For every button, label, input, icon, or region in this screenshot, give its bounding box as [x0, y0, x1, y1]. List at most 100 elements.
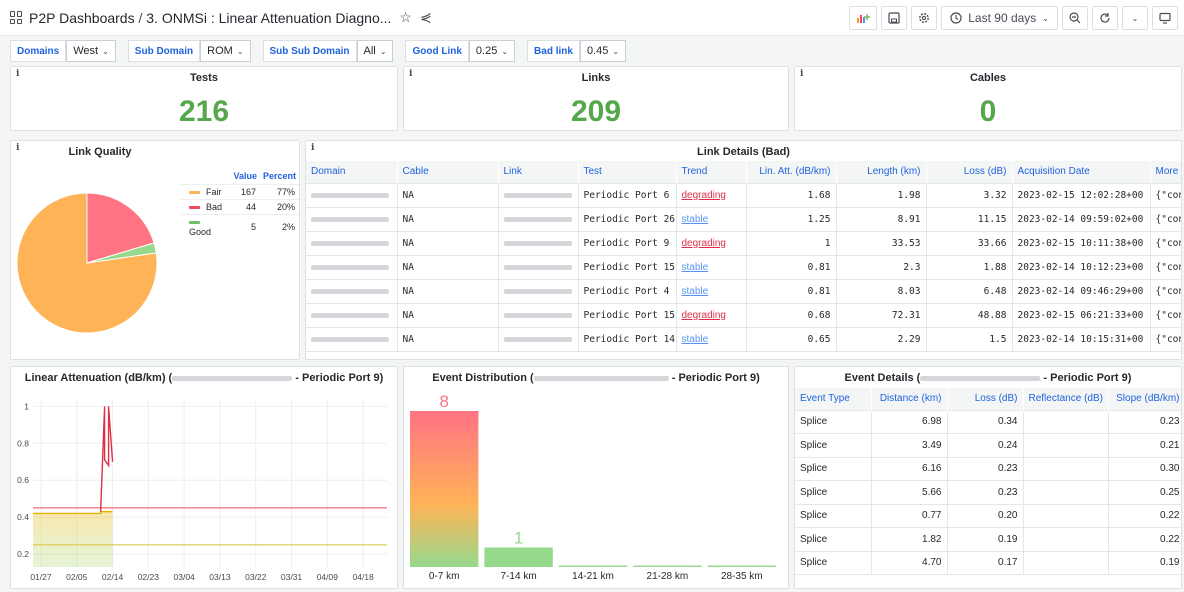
link-details-panel[interactable]: i Link Details (Bad) Domain Cable Link T…	[305, 140, 1182, 360]
legend-swatch	[189, 206, 200, 210]
redacted-domain	[311, 216, 389, 222]
linear-attenuation-line-chart: 0.2 0.4 0.6 0.8 1 01/27 02/05 02/14 02/23 03/04 03…	[17, 399, 387, 582]
column-header-slope[interactable]: Slope (dB/km)	[1108, 388, 1181, 410]
save-dashboard-button[interactable]	[881, 6, 908, 30]
links-stat-panel[interactable]: i Links 209	[403, 66, 789, 131]
dashboards-grid-icon[interactable]	[10, 11, 23, 24]
domain-cell	[306, 302, 398, 327]
column-header-loss[interactable]: Loss (dB)	[926, 161, 1013, 183]
trend-link[interactable]: stable	[682, 262, 709, 273]
table-row[interactable]: NA Periodic Port 14 stable 0.65 2.29 1.5 2023-…	[306, 326, 1181, 351]
x-tick-label: 03/22	[245, 572, 267, 582]
bar-0-7-km	[410, 411, 479, 567]
trend-link[interactable]: degrading	[682, 238, 726, 249]
table-row[interactable]: NA Periodic Port 15 stable 0.81 2.3 1.88 2023-…	[306, 254, 1181, 279]
column-header-lin-att[interactable]: Lin. Att. (dB/km)	[746, 161, 837, 183]
trend-link[interactable]: stable	[682, 286, 709, 297]
cable-cell: NA	[397, 326, 499, 351]
dashboard-title[interactable]: 3. ONMSi : Linear Attenuation Diagno...	[146, 10, 391, 26]
table-row-partial	[795, 574, 1181, 585]
loss-cell: 6.48	[926, 278, 1013, 303]
column-header-test[interactable]: Test	[578, 161, 677, 183]
panel-title: Event Distribution ( - Periodic Port 9)	[404, 372, 788, 384]
table-row[interactable]: NA Periodic Port 15 degrading 0.68 72.31 48.8…	[306, 302, 1181, 327]
table-row[interactable]: NA Periodic Port 6 degrading 1.68 1.98 3.32 20…	[306, 182, 1181, 207]
loss-cell: 0.34	[947, 409, 1024, 434]
length-cell: 8.03	[836, 278, 927, 303]
column-header-link[interactable]: Link	[498, 161, 579, 183]
variable-select-sub-domain[interactable]: ROM ⌄	[200, 40, 251, 62]
variable-select-domains[interactable]: West ⌄	[66, 40, 116, 62]
column-header-distance[interactable]: Distance (km)	[871, 388, 948, 410]
time-range-picker[interactable]: Last 90 days ⌄	[941, 6, 1058, 30]
dashboard-header: P2P Dashboards / 3. ONMSi : Linear Atten…	[0, 0, 1184, 36]
table-row[interactable]: Splice 3.49 0.24 0.21	[795, 433, 1181, 457]
table-row[interactable]: NA Periodic Port 26 stable 1.25 8.91 11.15 202…	[306, 206, 1181, 231]
column-header-acquisition-date[interactable]: Acquisition Date	[1012, 161, 1151, 183]
column-header-cable[interactable]: Cable	[397, 161, 499, 183]
column-header-event-type[interactable]: Event Type	[795, 388, 872, 410]
share-icon[interactable]: ⋞	[420, 9, 432, 26]
cable-cell: NA	[397, 182, 499, 207]
table-row[interactable]: NA Periodic Port 4 stable 0.81 8.03 6.48 2023-…	[306, 278, 1181, 303]
lin-att-cell: 0.65	[746, 326, 837, 351]
trend-link[interactable]: stable	[682, 334, 709, 345]
column-header-trend[interactable]: Trend	[676, 161, 747, 183]
legend-row-bad[interactable]: Bad 44 20%	[181, 199, 299, 215]
redacted-link	[503, 192, 572, 198]
linear-attenuation-panel[interactable]: Linear Attenuation (dB/km) ( - Periodic …	[10, 366, 398, 589]
link-quality-panel[interactable]: i Link Quality Value Percent Fair 167 77%…	[10, 140, 300, 360]
table-row[interactable]: Splice 6.16 0.23 0.30	[795, 456, 1181, 481]
zoom-out-button[interactable]	[1062, 6, 1088, 30]
table-row[interactable]: Splice 5.66 0.23 0.25	[795, 480, 1181, 504]
refresh-button[interactable]	[1092, 6, 1118, 30]
trend-link[interactable]: stable	[682, 214, 709, 225]
save-icon	[888, 12, 900, 24]
tests-stat-panel[interactable]: i Tests 216	[10, 66, 398, 131]
length-value: 8.91	[897, 213, 921, 225]
add-panel-button[interactable]	[849, 6, 878, 30]
legend-row-good[interactable]: Good 5 2%	[181, 214, 299, 239]
title-prefix: Linear Attenuation (dB/km) (	[24, 372, 173, 384]
tv-mode-button[interactable]	[1152, 6, 1178, 30]
loss-cell: 0.17	[947, 550, 1024, 575]
table-row[interactable]: Splice 4.70 0.17 0.19	[795, 550, 1181, 575]
settings-button[interactable]	[911, 6, 938, 30]
cable-value: NA	[402, 333, 414, 345]
table-row[interactable]: Splice 1.82 0.19 0.22	[795, 527, 1181, 551]
redacted-link-id	[920, 375, 1041, 381]
length-value: 2.29	[897, 333, 921, 345]
table-row[interactable]: Splice 6.98 0.34 0.23	[795, 409, 1181, 434]
link-cell	[498, 206, 579, 231]
breadcrumb-separator: /	[134, 9, 147, 26]
trend-link[interactable]: degrading	[682, 190, 726, 201]
column-header-loss[interactable]: Loss (dB)	[947, 388, 1024, 410]
length-value: 33.53	[891, 237, 921, 249]
loss-cell: 48.88	[926, 302, 1013, 327]
y-tick-label: 0.6	[17, 475, 29, 485]
distance-cell: 6.16	[871, 456, 948, 481]
breadcrumb-home[interactable]: P2P Dashboards	[29, 10, 135, 26]
star-icon[interactable]: ☆	[399, 9, 412, 26]
column-header-more[interactable]: More	[1150, 161, 1181, 183]
event-distribution-panel[interactable]: Event Distribution ( - Periodic Port 9) …	[403, 366, 789, 589]
variable-select-sub-sub-domain[interactable]: All ⌄	[356, 40, 394, 62]
lin-att-value: 0.81	[807, 261, 831, 273]
event-details-panel[interactable]: Event Details ( - Periodic Port 9) Event…	[794, 366, 1182, 589]
clock-icon	[950, 12, 962, 24]
refresh-interval-dropdown[interactable]: ⌄	[1122, 6, 1148, 30]
test-cell: Periodic Port 15	[578, 254, 677, 279]
table-row[interactable]: Splice 0.77 0.20 0.22	[795, 503, 1181, 528]
legend-value: 5	[230, 214, 260, 239]
variable-select-good-link[interactable]: 0.25 ⌄	[468, 40, 516, 62]
variable-select-bad-link[interactable]: 0.45 ⌄	[579, 40, 627, 62]
table-row[interactable]: NA Periodic Port 9 degrading 1 33.53 33.66 202…	[306, 230, 1181, 255]
trend-link[interactable]: degrading	[682, 310, 726, 321]
domain-cell	[306, 230, 398, 255]
series-line	[33, 510, 113, 515]
column-header-length[interactable]: Length (km)	[836, 161, 927, 183]
column-header-reflectance[interactable]: Reflectance (dB)	[1023, 388, 1109, 410]
column-header-domain[interactable]: Domain	[306, 161, 398, 183]
legend-row-fair[interactable]: Fair 167 77%	[181, 184, 299, 200]
cables-stat-panel[interactable]: i Cables 0	[794, 66, 1182, 131]
